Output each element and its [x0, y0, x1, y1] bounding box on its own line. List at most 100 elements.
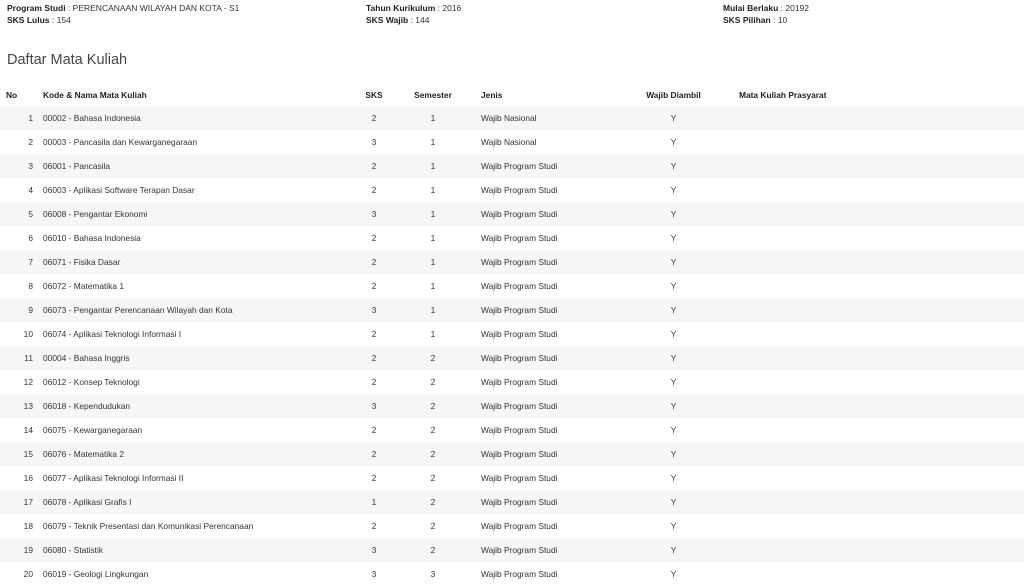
cell-prasyarat — [739, 442, 1024, 466]
cell-sks: 2 — [371, 521, 377, 531]
col-header-no: No — [6, 90, 18, 100]
cell-spacer — [453, 346, 481, 370]
cell-prasyarat — [739, 490, 1024, 514]
table-header-row: No Kode & Nama Mata Kuliah SKS Semester … — [0, 84, 1024, 106]
cell-prasyarat — [739, 370, 1024, 394]
cell-spacer — [385, 226, 413, 250]
tahun-kurikulum-value: 2016 — [442, 3, 462, 13]
cell-wajib-diambil: Y — [670, 569, 677, 579]
cell-spacer — [385, 106, 413, 130]
mulai-berlaku-value: 20192 — [785, 3, 810, 13]
sks-wajib-value: 144 — [415, 15, 430, 25]
cell-spacer — [453, 490, 481, 514]
table-row: 3 06001 - Pancasila 2 1 Wajib Program Studi Y — [0, 154, 1024, 178]
cell-spacer — [385, 466, 413, 490]
table-row: 5 06008 - Pengantar Ekonomi 3 1 Wajib Progra… — [0, 202, 1024, 226]
cell-no: 9 — [28, 305, 33, 315]
sks-pilihan-label: SKS Pilihan — [723, 15, 771, 25]
cell-prasyarat — [739, 514, 1024, 538]
cell-spacer — [453, 274, 481, 298]
cell-jenis: Wajib Program Studi — [481, 425, 558, 435]
cell-jenis: Wajib Program Studi — [481, 257, 558, 267]
cell-spacer — [385, 418, 413, 442]
cell-spacer — [385, 490, 413, 514]
cell-kode-nama: 06003 - Aplikasi Software Terapan Dasar — [43, 185, 195, 195]
table-row: 15 06076 - Matematika 2 2 2 Wajib Program St… — [0, 442, 1024, 466]
cell-no: 15 — [23, 449, 33, 459]
cell-wajib-diambil: Y — [670, 449, 677, 459]
cell-spacer — [453, 250, 481, 274]
col-spacer — [716, 84, 739, 106]
cell-prasyarat — [739, 346, 1024, 370]
cell-wajib-diambil: Y — [670, 113, 677, 123]
cell-jenis: Wajib Program Studi — [481, 161, 558, 171]
cell-sks: 2 — [371, 449, 377, 459]
cell-kode-nama: 06078 - Aplikasi Grafis I — [43, 497, 132, 507]
cell-spacer — [453, 562, 481, 586]
table-row: 8 06072 - Matematika 1 2 1 Wajib Program Stu… — [0, 274, 1024, 298]
cell-jenis: Wajib Program Studi — [481, 521, 558, 531]
cell-spacer — [385, 514, 413, 538]
cell-spacer — [385, 274, 413, 298]
cell-semester: 1 — [430, 233, 436, 243]
cell-sks: 2 — [371, 377, 377, 387]
cell-wajib-diambil: Y — [670, 137, 677, 147]
cell-spacer — [385, 394, 413, 418]
cell-semester: 1 — [430, 161, 436, 171]
cell-wajib-diambil: Y — [670, 233, 677, 243]
cell-jenis: Wajib Program Studi — [481, 305, 558, 315]
cell-semester: 2 — [430, 473, 436, 483]
table-row: 13 06018 - Kependudukan 3 2 Wajib Program St… — [0, 394, 1024, 418]
cell-jenis: Wajib Program Studi — [481, 353, 558, 363]
table-header: No Kode & Nama Mata Kuliah SKS Semester … — [0, 84, 1024, 106]
cell-kode-nama: 06077 - Aplikasi Teknologi Informasi II — [43, 473, 184, 483]
cell-kode-nama: 06008 - Pengantar Ekonomi — [43, 209, 148, 219]
cell-spacer — [385, 346, 413, 370]
program-studi-value: PERENCANAAN WILAYAH DAN KOTA - S1 — [72, 3, 240, 13]
cell-semester: 1 — [430, 137, 436, 147]
col-header-semester: Semester — [414, 90, 452, 100]
cell-wajib-diambil: Y — [670, 329, 677, 339]
cell-jenis: Wajib Program Studi — [481, 185, 558, 195]
cell-prasyarat — [739, 274, 1024, 298]
cell-kode-nama: 06012 - Konsep Teknologi — [43, 377, 140, 387]
cell-no: 6 — [28, 233, 33, 243]
cell-prasyarat — [739, 562, 1024, 586]
table-row: 4 06003 - Aplikasi Software Terapan Dasar… — [0, 178, 1024, 202]
cell-no: 8 — [28, 281, 33, 291]
cell-semester: 2 — [430, 353, 436, 363]
table-row: 6 06010 - Bahasa Indonesia 2 1 Wajib Program… — [0, 226, 1024, 250]
cell-semester: 1 — [430, 113, 436, 123]
section-title: Daftar Mata Kuliah — [7, 52, 128, 68]
cell-spacer — [385, 562, 413, 586]
cell-spacer — [716, 322, 739, 346]
cell-sks: 2 — [371, 185, 377, 195]
table-row: 19 06080 - Statistik 3 2 Wajib Program Studi… — [0, 538, 1024, 562]
cell-sks: 2 — [371, 281, 377, 291]
cell-wajib-diambil: Y — [670, 473, 677, 483]
sks-lulus-line: SKS Lulus : 154 — [7, 14, 239, 26]
cell-kode-nama: 06071 - Fisika Dasar — [43, 257, 121, 267]
cell-kode-nama: 06073 - Pengantar Perencanaan Wilayah da… — [43, 305, 233, 315]
cell-no: 4 — [28, 185, 33, 195]
cell-semester: 2 — [430, 521, 436, 531]
cell-no: 3 — [28, 161, 33, 171]
cell-prasyarat — [739, 538, 1024, 562]
sks-pilihan-line: SKS Pilihan : 10 — [723, 14, 809, 26]
info-column-3: Mulai Berlaku : 20192 SKS Pilihan : 10 — [723, 2, 809, 26]
col-header-kode-nama: Kode & Nama Mata Kuliah — [43, 90, 147, 100]
col-header-wajib-diambil: Wajib Diambil — [646, 90, 701, 100]
cell-spacer — [716, 442, 739, 466]
sks-wajib-line: SKS Wajib : 144 — [366, 14, 461, 26]
cell-no: 11 — [24, 353, 33, 363]
cell-no: 2 — [28, 137, 33, 147]
cell-spacer — [453, 178, 481, 202]
cell-sks: 2 — [371, 473, 377, 483]
cell-wajib-diambil: Y — [670, 185, 677, 195]
cell-wajib-diambil: Y — [670, 161, 677, 171]
cell-wajib-diambil: Y — [670, 257, 677, 267]
cell-wajib-diambil: Y — [670, 425, 677, 435]
cell-spacer — [716, 538, 739, 562]
cell-semester: 1 — [430, 257, 436, 267]
tahun-kurikulum-line: Tahun Kurikulum : 2016 — [366, 2, 461, 14]
